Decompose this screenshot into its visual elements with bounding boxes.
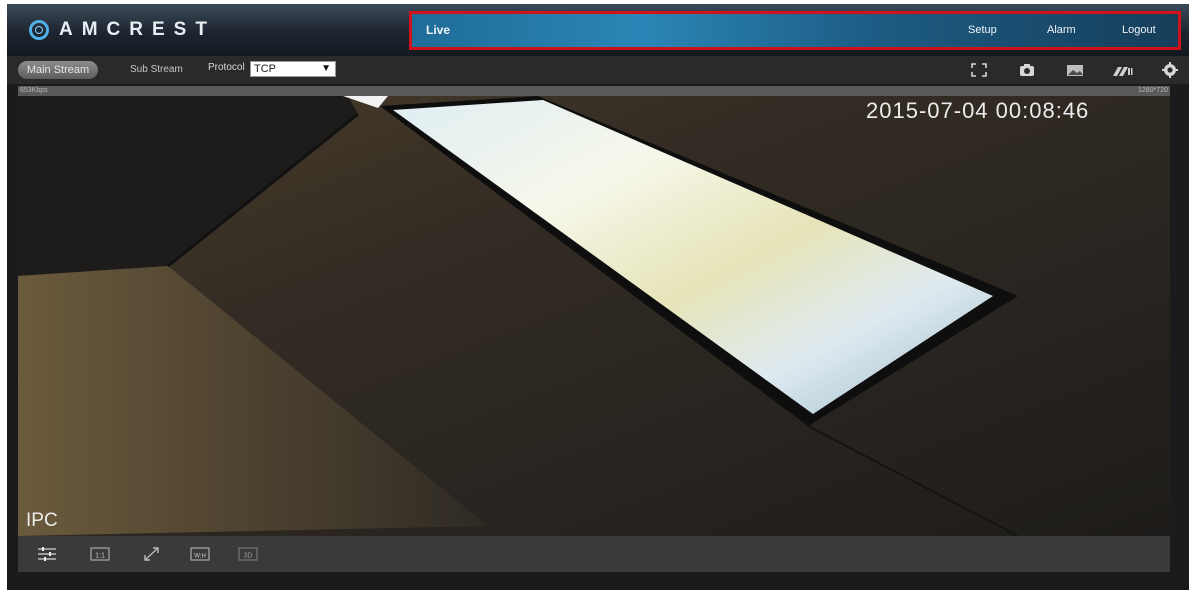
- stream-toolbar: Main Stream Sub Stream Protocol TCP ▼: [7, 56, 1189, 84]
- zoom-icon[interactable]: 3D: [237, 545, 259, 563]
- camera-scene: [18, 96, 1170, 536]
- amcrest-logo: AMCREST: [29, 17, 216, 43]
- snapshot-icon[interactable]: [1016, 61, 1038, 79]
- camera-name-overlay: IPC: [26, 510, 58, 531]
- image-adjust-icon[interactable]: [36, 545, 58, 563]
- settings-icon[interactable]: [1159, 61, 1181, 79]
- protocol-select[interactable]: TCP ▼: [250, 61, 336, 77]
- original-size-label: 1:1: [95, 553, 105, 560]
- brand-name: AMCREST: [59, 19, 216, 40]
- stream-status-strip: 653Kbps 1280*720: [18, 86, 1170, 96]
- video-bottom-toolbar: 1:1 W:H 3D: [18, 536, 1170, 572]
- chevron-down-icon: ▼: [321, 63, 331, 74]
- nav-live[interactable]: Live: [426, 23, 450, 37]
- video-timestamp: 2015-07-04 00:08:46: [866, 98, 1090, 123]
- sub-stream-button[interactable]: Sub Stream: [130, 64, 183, 75]
- main-nav: Live Setup Alarm Logout: [409, 11, 1181, 50]
- live-view-app: AMCREST Live Setup Alarm Logout Main Str…: [7, 4, 1189, 590]
- protocol-value: TCP: [254, 63, 276, 75]
- bitrate-readout: 653Kbps: [20, 87, 48, 94]
- live-video[interactable]: 2015-07-04 00:08:46 IPC: [18, 96, 1170, 536]
- wh-ratio-icon[interactable]: W:H: [189, 545, 211, 563]
- resolution-readout: 1280*720: [1138, 87, 1168, 94]
- expand-icon[interactable]: [141, 545, 163, 563]
- wh-ratio-label: W:H: [194, 554, 206, 560]
- protocol-label: Protocol: [208, 62, 245, 73]
- header-bar: AMCREST Live Setup Alarm Logout: [7, 4, 1189, 56]
- nav-logout[interactable]: Logout: [1122, 24, 1156, 36]
- image-icon[interactable]: [1064, 61, 1086, 79]
- fullscreen-icon[interactable]: [968, 61, 990, 79]
- logo-mark-icon: [29, 20, 49, 40]
- nav-alarm[interactable]: Alarm: [1047, 24, 1076, 36]
- main-stream-button[interactable]: Main Stream: [18, 61, 98, 79]
- record-icon[interactable]: [1111, 61, 1133, 79]
- nav-setup[interactable]: Setup: [968, 24, 997, 36]
- original-size-icon[interactable]: 1:1: [89, 545, 111, 563]
- zoom-label: 3D: [244, 553, 253, 560]
